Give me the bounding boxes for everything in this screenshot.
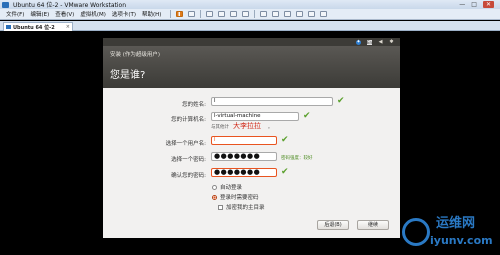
toolbar-separator xyxy=(170,10,172,18)
snapshot-icon[interactable] xyxy=(218,11,226,17)
watermark: 运维网 iyunv.com xyxy=(400,208,498,254)
require-password-radio[interactable] xyxy=(212,194,217,200)
window-controls: — □ ✕ xyxy=(459,1,494,8)
computer-name-hint: 与其他计 xyxy=(211,125,229,130)
snapshot-manager-icon[interactable] xyxy=(242,11,250,17)
tab-ubuntu[interactable]: Ubuntu 64 位-2 × xyxy=(3,22,73,31)
page-title: 您是谁? xyxy=(110,70,146,81)
tab-label: Ubuntu 64 位-2 xyxy=(13,24,55,31)
thumbnail-icon[interactable] xyxy=(272,11,280,17)
menu-file[interactable]: 文件(F) xyxy=(3,10,27,18)
menu-vm[interactable]: 虚拟机(M) xyxy=(77,10,109,18)
menu-view[interactable]: 查看(V) xyxy=(52,10,77,18)
password-input[interactable]: ●●●●●●● xyxy=(211,152,277,161)
username-input[interactable]: l xyxy=(211,136,277,145)
installer-window: ✦ En ◀ ✱ 安装 (作为超级用户) 您是谁? 您的姓名: l ✔ 您的计算… xyxy=(103,38,400,238)
volume-icon[interactable]: ◀ xyxy=(378,39,383,45)
menu-tabs[interactable]: 选项卡(T) xyxy=(109,10,139,18)
encrypt-home-checkbox[interactable] xyxy=(218,204,223,210)
auto-login-option[interactable]: 自动登录 xyxy=(212,183,242,191)
computer-name-hint-end: 。 xyxy=(268,125,273,130)
send-ctrl-alt-del-icon[interactable] xyxy=(206,11,214,17)
encrypt-home-option[interactable]: 加密我的主目录 xyxy=(218,203,265,211)
installer-header: 安装 (作为超级用户) 您是谁? xyxy=(103,46,400,88)
name-input[interactable]: l xyxy=(211,97,333,106)
vmware-logo-icon xyxy=(2,1,9,8)
watermark-cn: 运维网 xyxy=(436,216,476,231)
pause-icon[interactable] xyxy=(176,11,184,17)
name-check-icon: ✔ xyxy=(337,96,345,106)
fullscreen-icon[interactable] xyxy=(284,11,292,17)
continue-button[interactable]: 继续 xyxy=(357,220,389,230)
power-dropdown-icon[interactable] xyxy=(188,11,196,17)
confirm-password-input[interactable]: ●●●●●●● xyxy=(211,168,277,177)
confirm-check-icon: ✔ xyxy=(281,167,289,177)
close-button[interactable]: ✕ xyxy=(482,1,494,8)
auto-login-radio[interactable] xyxy=(212,184,217,190)
accessibility-icon[interactable]: ✦ xyxy=(356,39,361,45)
watermark-logo-icon xyxy=(402,218,430,246)
toolbar xyxy=(170,10,328,18)
password-label: 选择一个密码: xyxy=(171,157,206,163)
confirm-password-label: 确认您的密码: xyxy=(171,173,206,179)
vm-icon xyxy=(6,25,11,29)
auto-login-label: 自动登录 xyxy=(220,185,243,191)
menu-edit[interactable]: 编辑(E) xyxy=(27,10,52,18)
computer-name-input[interactable]: l-virtual-machine xyxy=(211,112,299,121)
computer-name-label: 您的计算机名: xyxy=(171,117,206,123)
username-label: 选择一个用户名: xyxy=(165,141,206,147)
minimize-button[interactable]: — xyxy=(459,1,465,8)
console-view-icon[interactable] xyxy=(308,11,316,17)
computer-name-check-icon: ✔ xyxy=(303,111,311,121)
name-label: 您的姓名: xyxy=(182,102,206,108)
encrypt-home-label: 加密我的主目录 xyxy=(226,205,265,211)
library-icon[interactable] xyxy=(260,11,268,17)
require-password-option[interactable]: 登录时需要密码 xyxy=(212,193,259,201)
stretch-icon[interactable] xyxy=(320,11,328,17)
unity-icon[interactable] xyxy=(296,11,304,17)
revert-snapshot-icon[interactable] xyxy=(230,11,238,17)
toolbar-separator xyxy=(254,10,256,18)
menubar: 文件(F) 编辑(E) 查看(V) 虚拟机(M) 选项卡(T) 帮助(H) xyxy=(0,9,500,20)
window-titlebar: Ubuntu 64 位-2 - VMware Workstation — □ ✕ xyxy=(0,0,500,9)
annotation-text: 大李拉拉 xyxy=(233,122,261,130)
vm-tabbar: Ubuntu 64 位-2 × xyxy=(0,21,500,31)
require-password-label: 登录时需要密码 xyxy=(220,195,259,201)
password-strength: 密码强度：较好 xyxy=(281,156,313,161)
maximize-button[interactable]: □ xyxy=(471,1,477,8)
tab-close-icon[interactable]: × xyxy=(66,24,70,30)
installer-window-title: 安装 (作为超级用户) xyxy=(110,52,161,58)
username-value: l xyxy=(214,137,216,143)
back-button[interactable]: 后退(B) xyxy=(317,220,349,230)
settings-icon[interactable]: ✱ xyxy=(389,39,394,45)
top-panel: ✦ En ◀ ✱ xyxy=(103,38,400,46)
keyboard-icon[interactable]: En xyxy=(367,39,372,45)
username-check-icon: ✔ xyxy=(281,135,289,145)
toolbar-separator xyxy=(200,10,202,18)
menu-help[interactable]: 帮助(H) xyxy=(139,10,164,18)
window-title: Ubuntu 64 位-2 - VMware Workstation xyxy=(13,2,127,9)
watermark-en: iyunv.com xyxy=(430,234,493,247)
